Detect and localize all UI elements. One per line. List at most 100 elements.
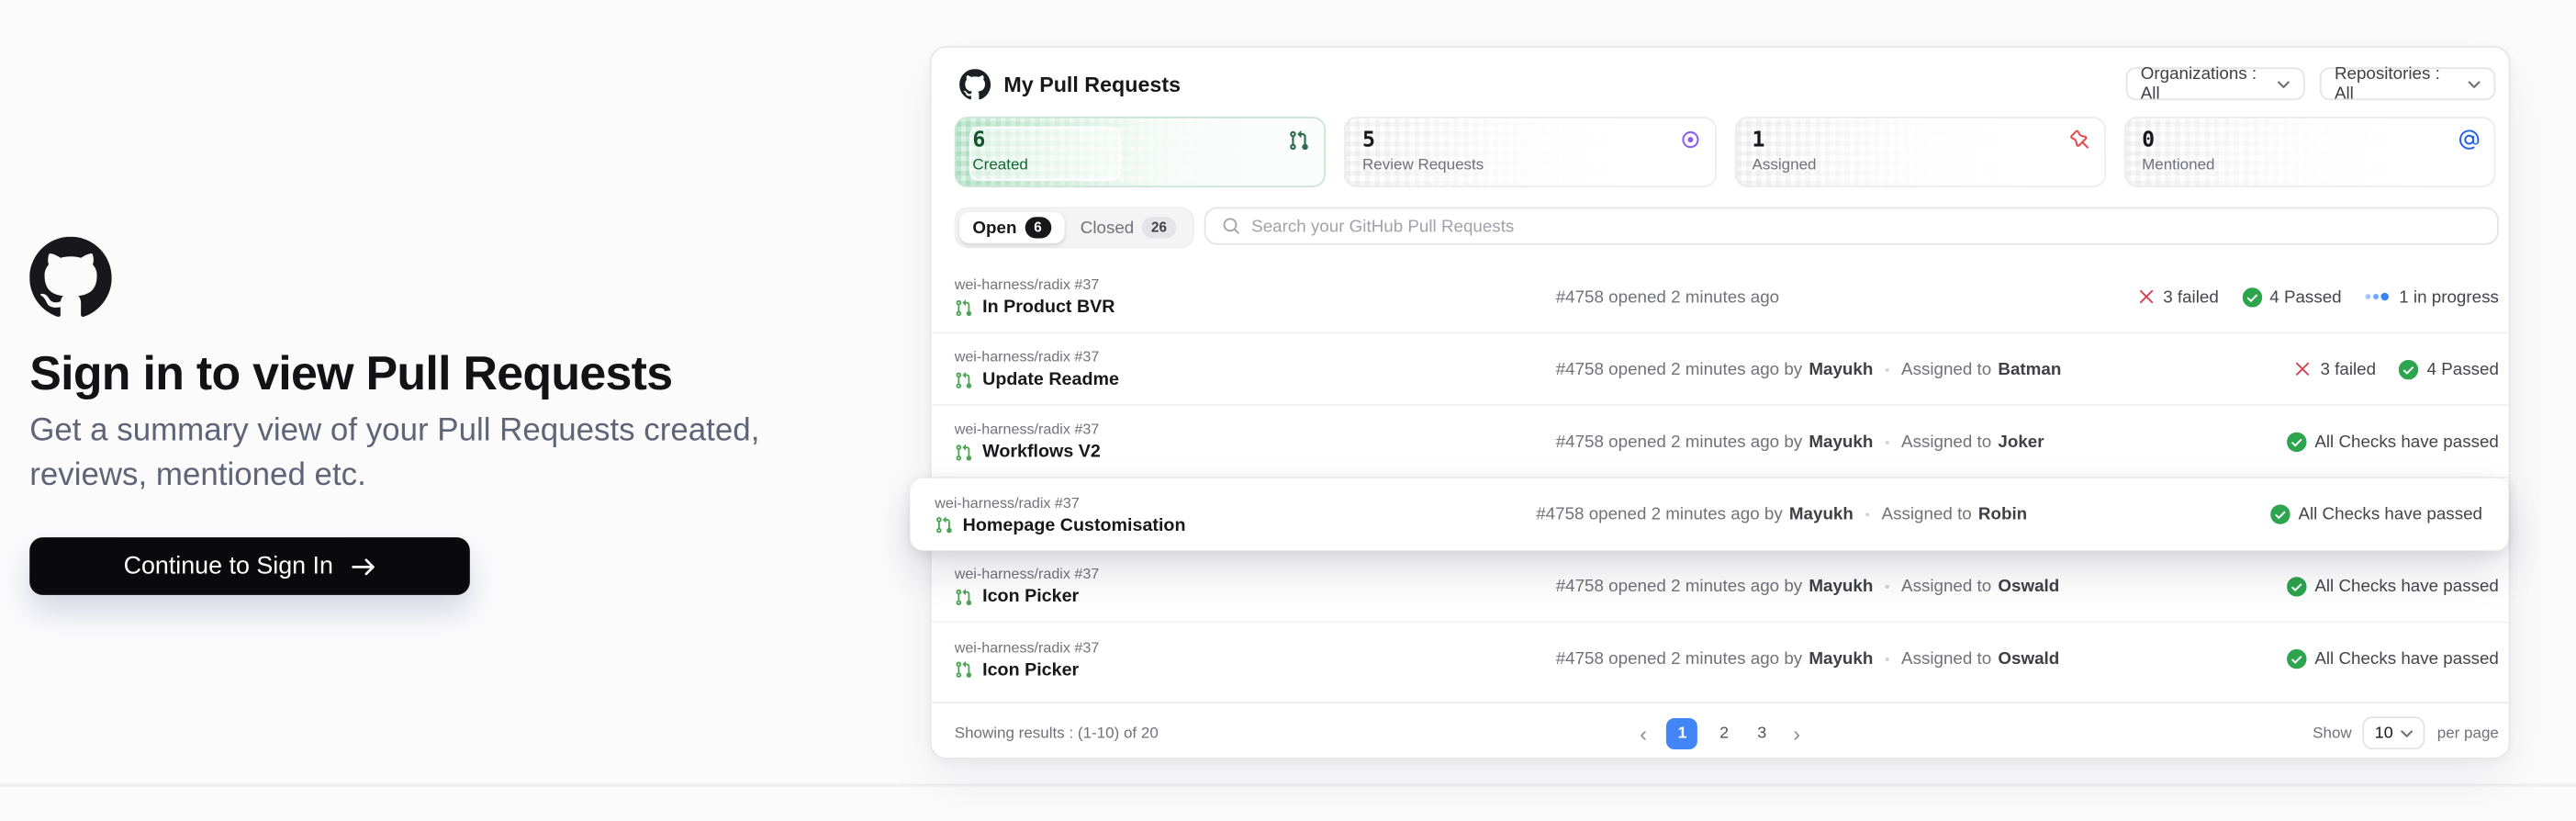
meta-separator-dot: • bbox=[1865, 506, 1870, 523]
page-size-select[interactable]: 10 bbox=[2363, 716, 2425, 749]
git-pull-request-icon bbox=[955, 588, 973, 606]
stat-label: Review Requests bbox=[1362, 156, 1698, 174]
pr-title: Update Readme bbox=[982, 370, 1119, 389]
chevron-down-icon bbox=[2264, 80, 2290, 88]
git-pull-request-icon bbox=[955, 660, 973, 679]
stats-row: 6 Created 5 Review Requests 1 Assigned bbox=[932, 117, 2509, 187]
check-circle-icon bbox=[2399, 359, 2418, 378]
repo-name: wei-harness/radix #37 bbox=[955, 348, 1556, 365]
organizations-filter-value: Organizations : All bbox=[2141, 64, 2264, 104]
stat-label: Mentioned bbox=[2142, 156, 2478, 174]
progress-dots-icon bbox=[2365, 291, 2391, 303]
repo-name: wei-harness/radix #37 bbox=[955, 638, 1556, 655]
tab-closed-label: Closed bbox=[1081, 218, 1134, 237]
pagination: ‹ 1 2 3 › bbox=[1635, 717, 1806, 748]
pr-author: Mayukh bbox=[1809, 576, 1873, 595]
continue-signin-label: Continue to Sign In bbox=[124, 552, 333, 579]
pr-meta: #4758 opened 2 minutes ago bbox=[1556, 287, 1779, 306]
card-title: My Pull Requests bbox=[1003, 72, 1181, 96]
stat-card-review-requests[interactable]: 5 Review Requests bbox=[1344, 117, 1716, 187]
pr-assignee: Robin bbox=[1978, 504, 2027, 523]
repo-name: wei-harness/radix #37 bbox=[955, 276, 1556, 293]
checks-in-progress-badge: 1 in progress bbox=[2365, 287, 2499, 306]
show-label: Show bbox=[2313, 724, 2352, 742]
results-summary: Showing results : (1-10) of 20 bbox=[955, 724, 1159, 742]
open-count-badge: 6 bbox=[1025, 218, 1050, 238]
page-size-value: 10 bbox=[2375, 724, 2393, 742]
checks-passed-badge: 4 Passed bbox=[2242, 287, 2342, 306]
stat-card-created[interactable]: 6 Created bbox=[955, 117, 1327, 187]
git-pull-request-icon bbox=[955, 371, 973, 389]
per-page-label: per page bbox=[2437, 724, 2499, 742]
git-pull-request-icon bbox=[935, 516, 953, 534]
tab-open-label: Open bbox=[972, 218, 1016, 237]
my-pull-requests-card: My Pull Requests Organizations : All Rep… bbox=[930, 46, 2511, 759]
pr-author: Mayukh bbox=[1809, 359, 1873, 378]
pr-row[interactable]: wei-harness/radix #37 Homepage Customisa… bbox=[910, 478, 2508, 551]
checks-failed-badge: 3 failed bbox=[2137, 287, 2219, 306]
search-icon bbox=[1222, 217, 1240, 235]
stat-value: 6 bbox=[972, 129, 1308, 153]
pr-row[interactable]: wei-harness/radix #37 In Product BVR #47… bbox=[932, 262, 2509, 334]
page-bottom-edge bbox=[0, 784, 2576, 788]
check-circle-icon bbox=[2287, 649, 2306, 669]
signin-heading: Sign in to view Pull Requests bbox=[29, 347, 801, 403]
chevron-down-icon bbox=[2455, 80, 2481, 88]
stat-label: Assigned bbox=[1753, 156, 2089, 174]
card-footer: Showing results : (1-10) of 20 ‹ 1 2 3 ›… bbox=[932, 702, 2509, 762]
meta-separator-dot: • bbox=[1885, 433, 1890, 450]
x-icon bbox=[2294, 360, 2313, 378]
pr-meta: #4758 opened 2 minutes ago by Mayukh • A… bbox=[1556, 649, 2060, 669]
pr-meta: #4758 opened 2 minutes ago by Mayukh • A… bbox=[1536, 504, 2027, 523]
pr-assignee: Oswald bbox=[1998, 576, 2059, 595]
page-button-1[interactable]: 1 bbox=[1666, 717, 1697, 748]
prev-page-button[interactable]: ‹ bbox=[1635, 723, 1652, 744]
checks-passed-badge: All Checks have passed bbox=[2270, 504, 2482, 523]
pr-row[interactable]: wei-harness/radix #37 Workflows V2 #4758… bbox=[932, 406, 2509, 478]
github-logo-icon bbox=[959, 68, 991, 99]
checks-passed-badge: All Checks have passed bbox=[2287, 576, 2499, 595]
check-circle-icon bbox=[2287, 576, 2306, 595]
tab-open[interactable]: Open 6 bbox=[959, 212, 1064, 243]
checks-passed-badge: 4 Passed bbox=[2399, 359, 2499, 378]
search-box bbox=[1204, 207, 2499, 244]
check-circle-icon bbox=[2242, 287, 2261, 306]
check-circle-icon bbox=[2287, 432, 2306, 451]
next-page-button[interactable]: › bbox=[1788, 723, 1806, 744]
list-controls: Open 6 Closed 26 bbox=[932, 207, 2509, 248]
stat-value: 5 bbox=[1362, 129, 1698, 153]
stat-value: 1 bbox=[1753, 129, 2089, 153]
repo-name: wei-harness/radix #37 bbox=[955, 566, 1556, 582]
status-tabs: Open 6 Closed 26 bbox=[955, 207, 1194, 248]
pr-author: Mayukh bbox=[1789, 504, 1854, 523]
pr-meta: #4758 opened 2 minutes ago by Mayukh • A… bbox=[1556, 359, 2062, 378]
tab-closed[interactable]: Closed 26 bbox=[1067, 212, 1189, 243]
pr-row[interactable]: wei-harness/radix #37 Update Readme #475… bbox=[932, 333, 2509, 406]
page-button-3[interactable]: 3 bbox=[1751, 724, 1774, 742]
repo-name: wei-harness/radix #37 bbox=[955, 421, 1556, 437]
pr-list: wei-harness/radix #37 In Product BVR #47… bbox=[932, 262, 2509, 695]
pr-row[interactable]: wei-harness/radix #37 Icon Picker #4758 … bbox=[932, 550, 2509, 623]
stat-card-assigned[interactable]: 1 Assigned bbox=[1734, 117, 2106, 187]
card-header: My Pull Requests Organizations : All Rep… bbox=[932, 48, 2509, 100]
checks-failed-badge: 3 failed bbox=[2294, 359, 2376, 378]
github-logo-icon bbox=[29, 237, 111, 319]
chevron-down-icon bbox=[2401, 729, 2414, 737]
per-page-control: Show 10 per page bbox=[2313, 716, 2499, 749]
repositories-filter-value: Repositories : All bbox=[2335, 64, 2455, 104]
stat-card-mentioned[interactable]: 0 Mentioned bbox=[2123, 117, 2495, 187]
pr-row[interactable]: wei-harness/radix #37 Icon Picker #4758 … bbox=[932, 623, 2509, 695]
meta-separator-dot: • bbox=[1885, 578, 1890, 594]
continue-signin-button[interactable]: Continue to Sign In bbox=[29, 537, 470, 595]
search-input[interactable] bbox=[1251, 216, 2481, 235]
page-button-2[interactable]: 2 bbox=[1713, 724, 1736, 742]
pr-author: Mayukh bbox=[1809, 649, 1873, 669]
git-pull-request-icon bbox=[955, 298, 973, 317]
organizations-filter[interactable]: Organizations : All bbox=[2126, 67, 2305, 100]
repositories-filter[interactable]: Repositories : All bbox=[2320, 67, 2495, 100]
check-circle-icon bbox=[2270, 504, 2290, 523]
checks-passed-badge: All Checks have passed bbox=[2287, 649, 2499, 669]
pr-assignee: Oswald bbox=[1998, 649, 2059, 669]
meta-separator-dot: • bbox=[1885, 651, 1890, 668]
repo-name: wei-harness/radix #37 bbox=[935, 494, 1536, 511]
